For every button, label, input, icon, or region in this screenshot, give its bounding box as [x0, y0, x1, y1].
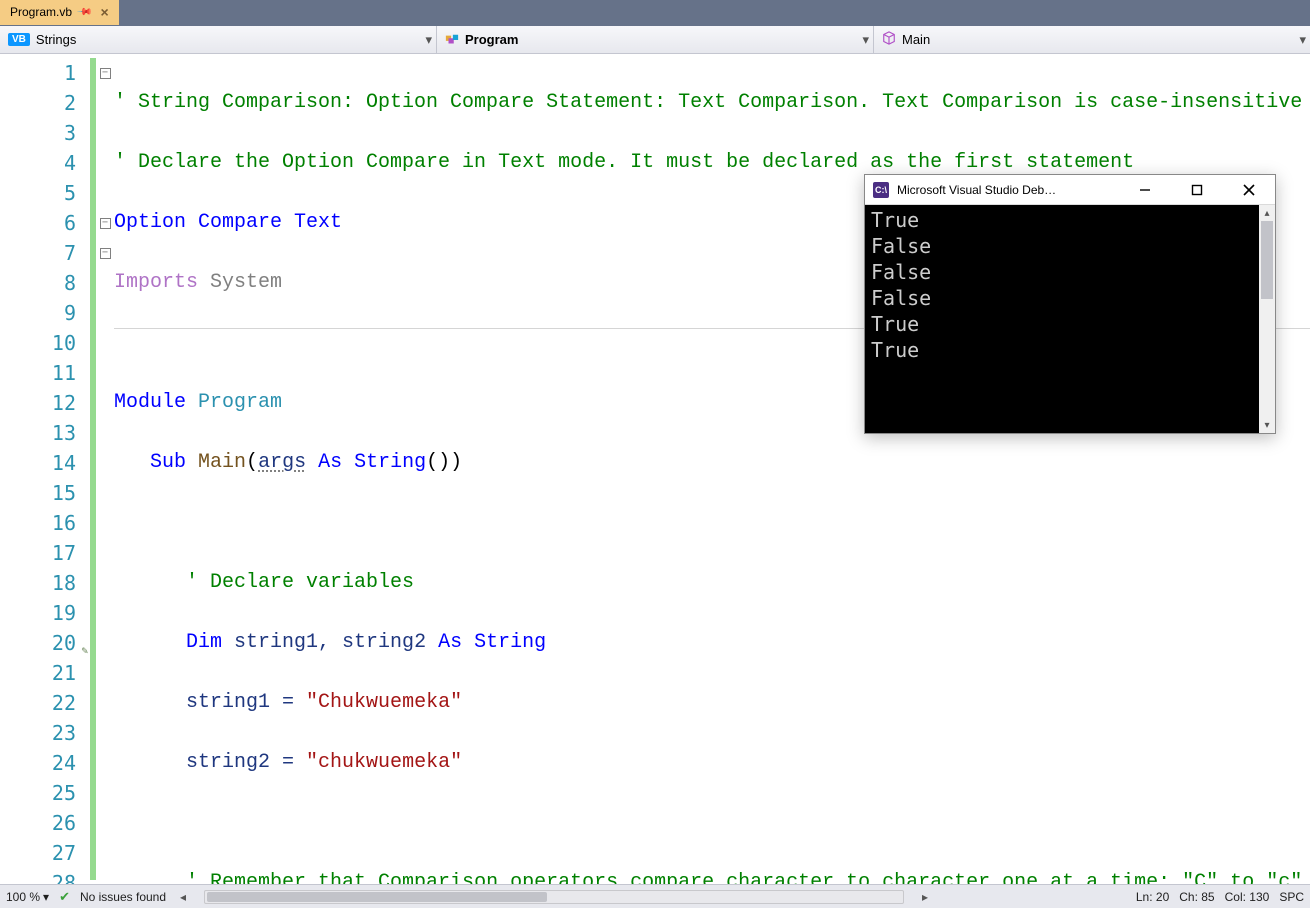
close-icon[interactable]: × — [96, 4, 112, 20]
code-text: ' Declare the Option Compare in Text mod… — [114, 151, 1134, 174]
code-text: ' String Comparison: Option Compare Stat… — [114, 91, 1302, 114]
vb-badge-icon: VB — [8, 33, 30, 46]
status-line[interactable]: Ln: 20 — [1136, 890, 1169, 904]
nav-member-label: Main — [902, 32, 930, 47]
minimize-button[interactable] — [1123, 176, 1167, 204]
fold-toggle[interactable]: − — [100, 248, 111, 259]
chevron-down-icon: ▾ — [43, 890, 49, 904]
zoom-control[interactable]: 100 % ▾ — [6, 890, 49, 904]
fold-toggle[interactable]: − — [100, 218, 111, 229]
method-icon — [882, 31, 896, 48]
zoom-value: 100 % — [6, 890, 40, 904]
status-char[interactable]: Ch: 85 — [1179, 890, 1214, 904]
tab-filename: Program.vb — [10, 5, 72, 19]
chevron-down-icon: ▾ — [1299, 32, 1306, 48]
fold-toggle[interactable]: − — [100, 68, 111, 79]
console-app-icon: C:\ — [873, 182, 889, 198]
maximize-button[interactable] — [1175, 176, 1219, 204]
chevron-down-icon: ▾ — [425, 32, 432, 48]
fold-gutter: − − − — [96, 54, 114, 884]
scroll-right-icon[interactable]: ▸ — [918, 890, 932, 904]
chevron-down-icon: ▾ — [862, 32, 869, 48]
ok-icon: ✔ — [59, 889, 70, 905]
issues-label[interactable]: No issues found — [80, 890, 166, 904]
nav-project[interactable]: VB Strings ▾ — [0, 26, 437, 53]
console-scrollbar[interactable]: ▴ ▾ — [1259, 205, 1275, 433]
nav-class-label: Program — [465, 32, 518, 47]
pin-icon[interactable]: 📌 — [76, 4, 93, 21]
close-button[interactable] — [1227, 176, 1271, 204]
scroll-up-icon[interactable]: ▴ — [1259, 205, 1275, 221]
file-tab[interactable]: Program.vb 📌 × — [0, 0, 119, 25]
status-col[interactable]: Col: 130 — [1225, 890, 1270, 904]
nav-class[interactable]: Program ▾ — [437, 26, 874, 53]
scroll-left-icon[interactable]: ◂ — [176, 890, 190, 904]
scroll-thumb[interactable] — [207, 892, 547, 902]
line-number-gutter: 12345678910111213141516171819 20✎ 212223… — [0, 54, 90, 884]
nav-bar: VB Strings ▾ Program ▾ Main ▾ — [0, 26, 1310, 54]
console-window[interactable]: C:\ Microsoft Visual Studio Deb… True Fa… — [864, 174, 1276, 434]
status-mode[interactable]: SPC — [1279, 890, 1304, 904]
console-output: True False False False True True — [865, 205, 1259, 433]
code-text: Imports — [114, 271, 198, 294]
tab-row: Program.vb 📌 × — [0, 0, 1310, 26]
edit-indicator-icon: ✎ — [81, 636, 88, 666]
nav-member[interactable]: Main ▾ — [874, 26, 1310, 53]
nav-project-label: Strings — [36, 32, 76, 47]
code-text: Option Compare Text — [114, 211, 342, 234]
class-icon — [445, 33, 459, 47]
scroll-down-icon[interactable]: ▾ — [1259, 417, 1275, 433]
horizontal-scrollbar[interactable] — [204, 890, 904, 904]
console-titlebar[interactable]: C:\ Microsoft Visual Studio Deb… — [865, 175, 1275, 205]
status-bar: 100 % ▾ ✔ No issues found ◂ ▸ Ln: 20 Ch:… — [0, 884, 1310, 908]
console-title: Microsoft Visual Studio Deb… — [897, 183, 1115, 197]
scroll-thumb[interactable] — [1261, 221, 1273, 299]
